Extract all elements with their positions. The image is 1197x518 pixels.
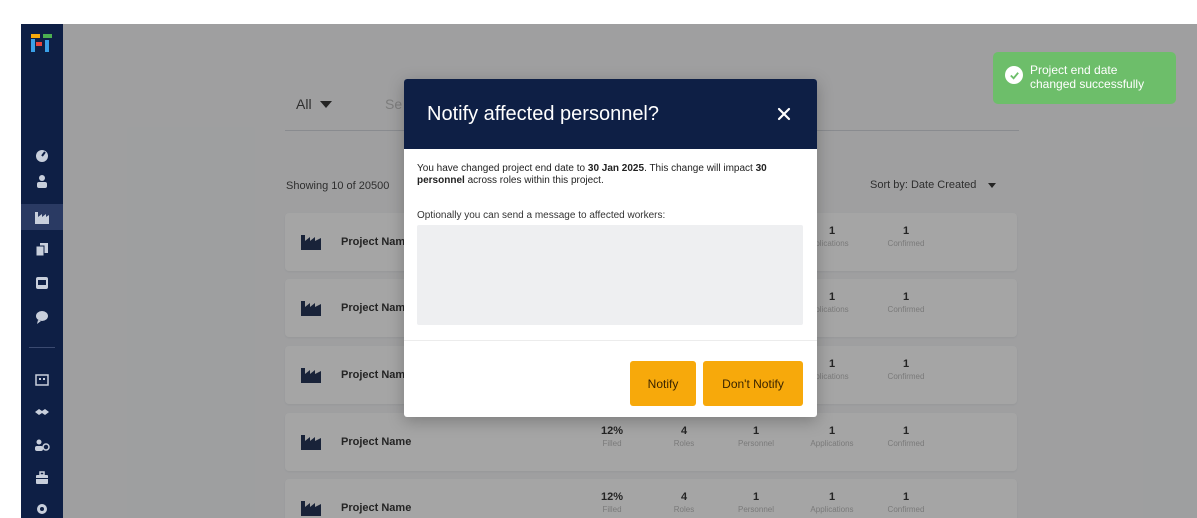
user-icon[interactable] bbox=[21, 168, 63, 194]
projects-icon[interactable] bbox=[21, 204, 63, 230]
top-strip bbox=[0, 0, 1197, 24]
success-toast: Project end date changed successfully bbox=[993, 52, 1176, 104]
app-root: All Se Showing 10 of 20500 Sort by: Date… bbox=[0, 0, 1197, 518]
body-date: 30 Jan 2025 bbox=[587, 163, 645, 174]
settings-icon[interactable] bbox=[21, 496, 63, 518]
sidebar-divider bbox=[29, 347, 55, 348]
notify-modal: Notify affected personnel? You have chan… bbox=[404, 79, 817, 417]
check-circle-icon bbox=[1005, 66, 1023, 84]
close-icon[interactable] bbox=[774, 104, 794, 124]
message-textarea[interactable] bbox=[417, 225, 803, 325]
documents-icon[interactable] bbox=[21, 236, 63, 262]
dashboard-icon[interactable] bbox=[21, 142, 63, 168]
briefcase-icon[interactable] bbox=[21, 465, 63, 491]
body-prefix: You have changed project end date to bbox=[417, 163, 588, 174]
optional-message-label: Optionally you can send a message to aff… bbox=[417, 210, 666, 221]
chat-icon[interactable] bbox=[21, 304, 63, 330]
toast-line-1: Project end date bbox=[1030, 63, 1118, 77]
sidebar bbox=[21, 24, 63, 518]
modal-message: You have changed project end date to 30 … bbox=[417, 163, 807, 187]
handshake-icon[interactable] bbox=[21, 399, 63, 425]
modal-footer-divider bbox=[404, 340, 817, 341]
body-suffix: across roles within this project. bbox=[464, 175, 604, 186]
dont-notify-button[interactable]: Don't Notify bbox=[703, 361, 803, 406]
inbox-icon[interactable] bbox=[21, 270, 63, 296]
notify-button[interactable]: Notify bbox=[630, 361, 696, 406]
team-icon[interactable] bbox=[21, 432, 63, 458]
app-logo[interactable] bbox=[31, 34, 53, 54]
building-icon[interactable] bbox=[21, 366, 63, 392]
toast-line-2: changed successfully bbox=[1030, 77, 1145, 91]
body-mid: . This change will impact bbox=[644, 163, 756, 174]
modal-title: Notify affected personnel? bbox=[427, 103, 660, 125]
modal-header: Notify affected personnel? bbox=[404, 79, 817, 149]
